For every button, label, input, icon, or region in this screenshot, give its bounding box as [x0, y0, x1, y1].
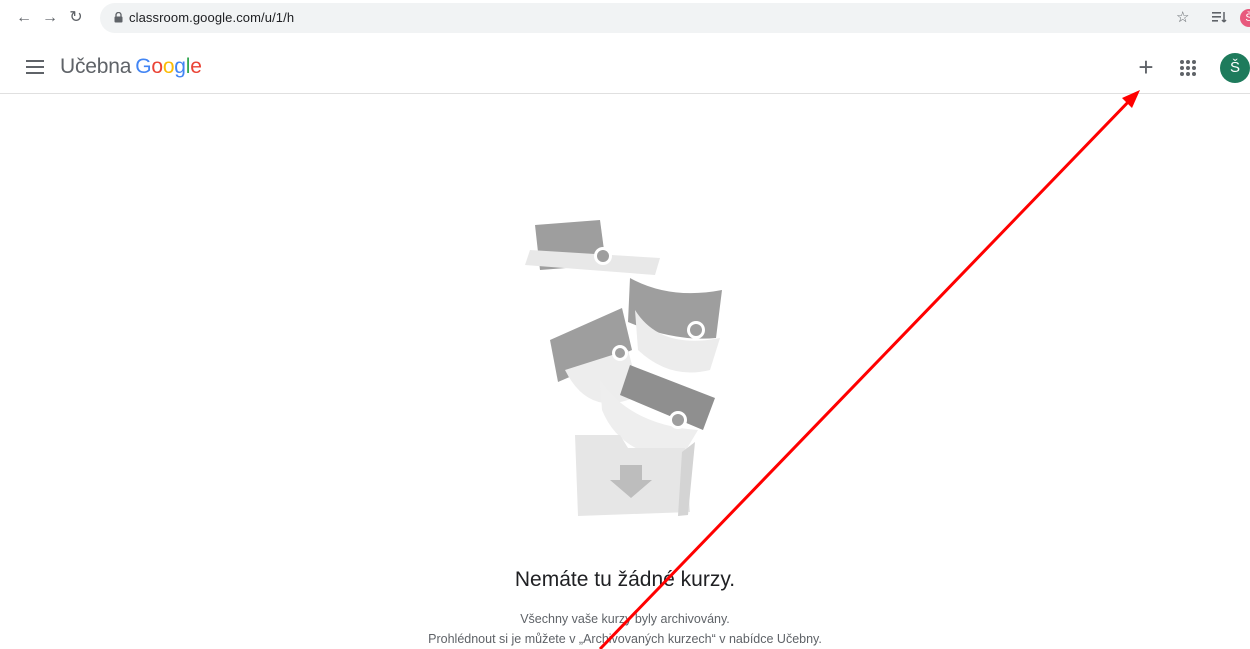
bookmark-star-icon[interactable]: ☆	[1176, 8, 1189, 26]
lock-icon	[114, 12, 123, 23]
url-text[interactable]: classroom.google.com/u/1/h	[129, 10, 294, 25]
account-avatar[interactable]: Š	[1220, 53, 1250, 83]
forward-arrow-icon[interactable]: →	[40, 8, 60, 28]
google-apps-icon[interactable]	[1178, 58, 1198, 78]
empty-state-hint: Prohlédnout si je můžete v „Archivovanýc…	[428, 632, 822, 646]
empty-state-message: Všechny vaše kurzy byly archivovány.	[520, 612, 730, 626]
reload-icon[interactable]: ↻	[66, 8, 86, 28]
app-header: Učebna Google + Š	[0, 44, 1250, 94]
profile-avatar[interactable]: Š	[1240, 9, 1250, 27]
create-join-class-button[interactable]: +	[1130, 52, 1162, 84]
archived-classes-illustration	[525, 220, 722, 516]
google-logo-text: Google	[135, 55, 202, 78]
reading-list-icon[interactable]	[1212, 10, 1228, 24]
empty-state-title: Nemáte tu žádné kurzy.	[514, 568, 736, 591]
app-title-prefix: Učebna	[60, 55, 132, 78]
back-arrow-icon[interactable]: ←	[14, 8, 34, 28]
browser-toolbar: ← → ↻ classroom.google.com/u/1/h ☆ Š	[0, 0, 1250, 36]
hamburger-menu-icon[interactable]	[26, 60, 44, 74]
address-bar[interactable]: classroom.google.com/u/1/h ☆ Š	[100, 3, 1250, 33]
app-title[interactable]: Učebna Google	[60, 55, 202, 79]
